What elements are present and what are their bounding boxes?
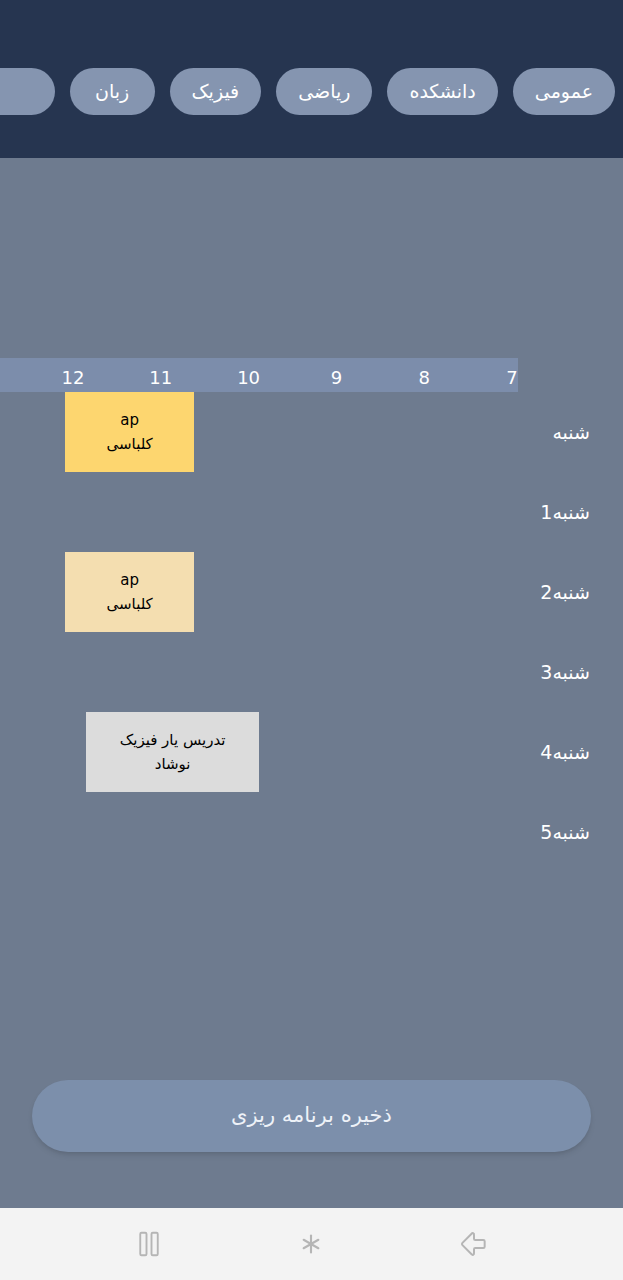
hour-label: 8 bbox=[404, 364, 444, 391]
tab[interactable] bbox=[0, 68, 55, 115]
class-teacher: کلباسی bbox=[106, 592, 152, 616]
timeline-bar: 121110987 bbox=[0, 358, 518, 392]
class-entry[interactable]: apکلباسی bbox=[65, 552, 194, 632]
class-title: ap bbox=[120, 408, 139, 432]
day-label: 5شنبه bbox=[518, 792, 623, 872]
class-entry[interactable]: تدریس یار فیزیکنوشاد bbox=[86, 712, 259, 792]
day-label: 3شنبه bbox=[518, 632, 623, 712]
tab[interactable]: عمومی bbox=[513, 68, 615, 115]
bottom-nav bbox=[0, 1208, 623, 1280]
day-row: تدریس یار فیزیکنوشاد 4شنبه bbox=[0, 712, 623, 792]
pause-icon[interactable] bbox=[134, 1229, 164, 1259]
hour-label: 11 bbox=[141, 364, 181, 391]
day-row: 3شنبه bbox=[0, 632, 623, 712]
day-slots: تدریس یار فیزیکنوشاد bbox=[0, 712, 518, 792]
class-teacher: کلباسی bbox=[106, 432, 152, 456]
app: عمومیدانشکدهریاضیفیزیکزبان121110987apکلب… bbox=[0, 0, 623, 1280]
back-arrow-icon[interactable] bbox=[458, 1228, 490, 1260]
day-slots bbox=[0, 792, 518, 872]
class-title: ap bbox=[120, 568, 139, 592]
tab[interactable]: دانشکده bbox=[387, 68, 497, 115]
class-entry[interactable]: apکلباسی bbox=[65, 392, 194, 472]
tab[interactable]: ریاضی bbox=[276, 68, 372, 115]
hour-label: 12 bbox=[53, 364, 93, 391]
day-slots bbox=[0, 632, 518, 712]
tab[interactable]: فیزیک bbox=[170, 68, 262, 115]
asterisk-icon[interactable] bbox=[294, 1227, 328, 1261]
day-label: 2شنبه bbox=[518, 552, 623, 632]
hour-label: 7 bbox=[492, 364, 532, 391]
day-row: 1شنبه bbox=[0, 472, 623, 552]
day-slots bbox=[0, 472, 518, 552]
day-slots: apکلباسی bbox=[0, 392, 518, 472]
tab[interactable]: زبان bbox=[70, 68, 155, 115]
day-row: 5شنبه bbox=[0, 792, 623, 872]
day-row: apکلباسی 2شنبه bbox=[0, 552, 623, 632]
schedule-area: 121110987apکلباسیشنبه1شنبهapکلباسی2شنبه3… bbox=[0, 158, 623, 1208]
day-row: apکلباسی شنبه bbox=[0, 392, 623, 472]
hour-label: 9 bbox=[316, 364, 356, 391]
day-slots: apکلباسی bbox=[0, 552, 518, 632]
day-label: 4شنبه bbox=[518, 712, 623, 792]
hour-label: 10 bbox=[229, 364, 269, 391]
save-button[interactable]: ذخیره برنامه ریزی bbox=[32, 1080, 591, 1152]
header: عمومی دانشکده ریاضی فیزیک زبان bbox=[0, 0, 623, 158]
day-label: 1شنبه bbox=[518, 472, 623, 552]
class-title: تدریس یار فیزیک bbox=[120, 728, 226, 752]
tab-bar: عمومی دانشکده ریاضی فیزیک زبان bbox=[0, 68, 623, 115]
class-teacher: نوشاد bbox=[155, 752, 191, 776]
day-label: شنبه bbox=[518, 392, 623, 472]
